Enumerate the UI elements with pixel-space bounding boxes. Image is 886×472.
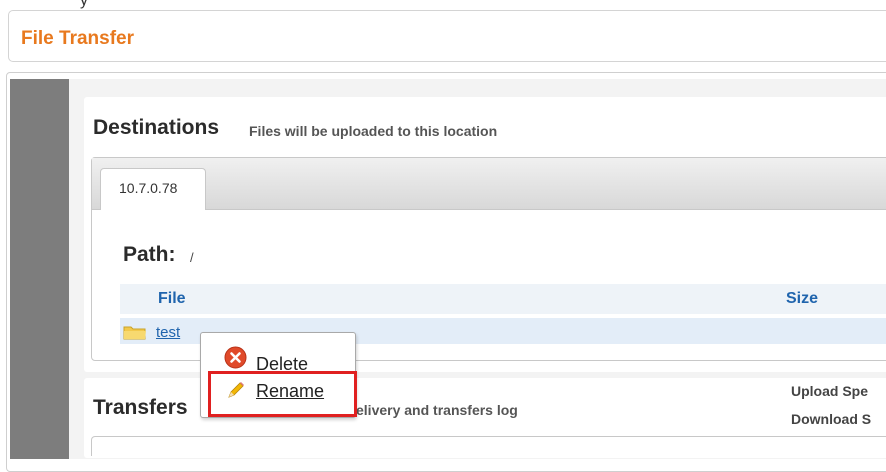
column-header-file[interactable]: File [158, 290, 186, 308]
column-header-size[interactable]: Size [786, 290, 818, 308]
folder-icon [123, 326, 146, 340]
transfers-log-panel [91, 436, 886, 456]
file-name-link[interactable]: test [156, 324, 180, 341]
page-title: File Transfer [21, 28, 134, 49]
destinations-subtitle: Files will be uploaded to this location [249, 123, 498, 139]
upload-speed-label: Upload Spe [791, 383, 869, 399]
destinations-title: Destinations [93, 116, 220, 139]
tab-strip [92, 158, 886, 210]
path-value: / [190, 250, 194, 265]
menu-item-delete[interactable]: Delete [224, 346, 324, 374]
header-panel: File Transfer [8, 10, 886, 62]
clipped-top-text: y [80, 0, 88, 9]
delete-icon [224, 346, 247, 369]
tab-host[interactable]: 10.7.0.78 [100, 168, 206, 210]
menu-item-rename-label: Rename [256, 381, 325, 401]
transfers-title: Transfers [93, 396, 188, 419]
menu-item-rename[interactable]: Rename [226, 378, 346, 408]
sidebar [10, 79, 69, 459]
file-table-header [120, 284, 886, 314]
menu-item-delete-label: Delete [256, 354, 309, 374]
transfers-subtitle: elivery and transfers log [356, 402, 518, 418]
path-label: Path: [123, 243, 176, 266]
download-speed-label: Download S [791, 411, 872, 427]
pencil-icon [228, 382, 244, 398]
